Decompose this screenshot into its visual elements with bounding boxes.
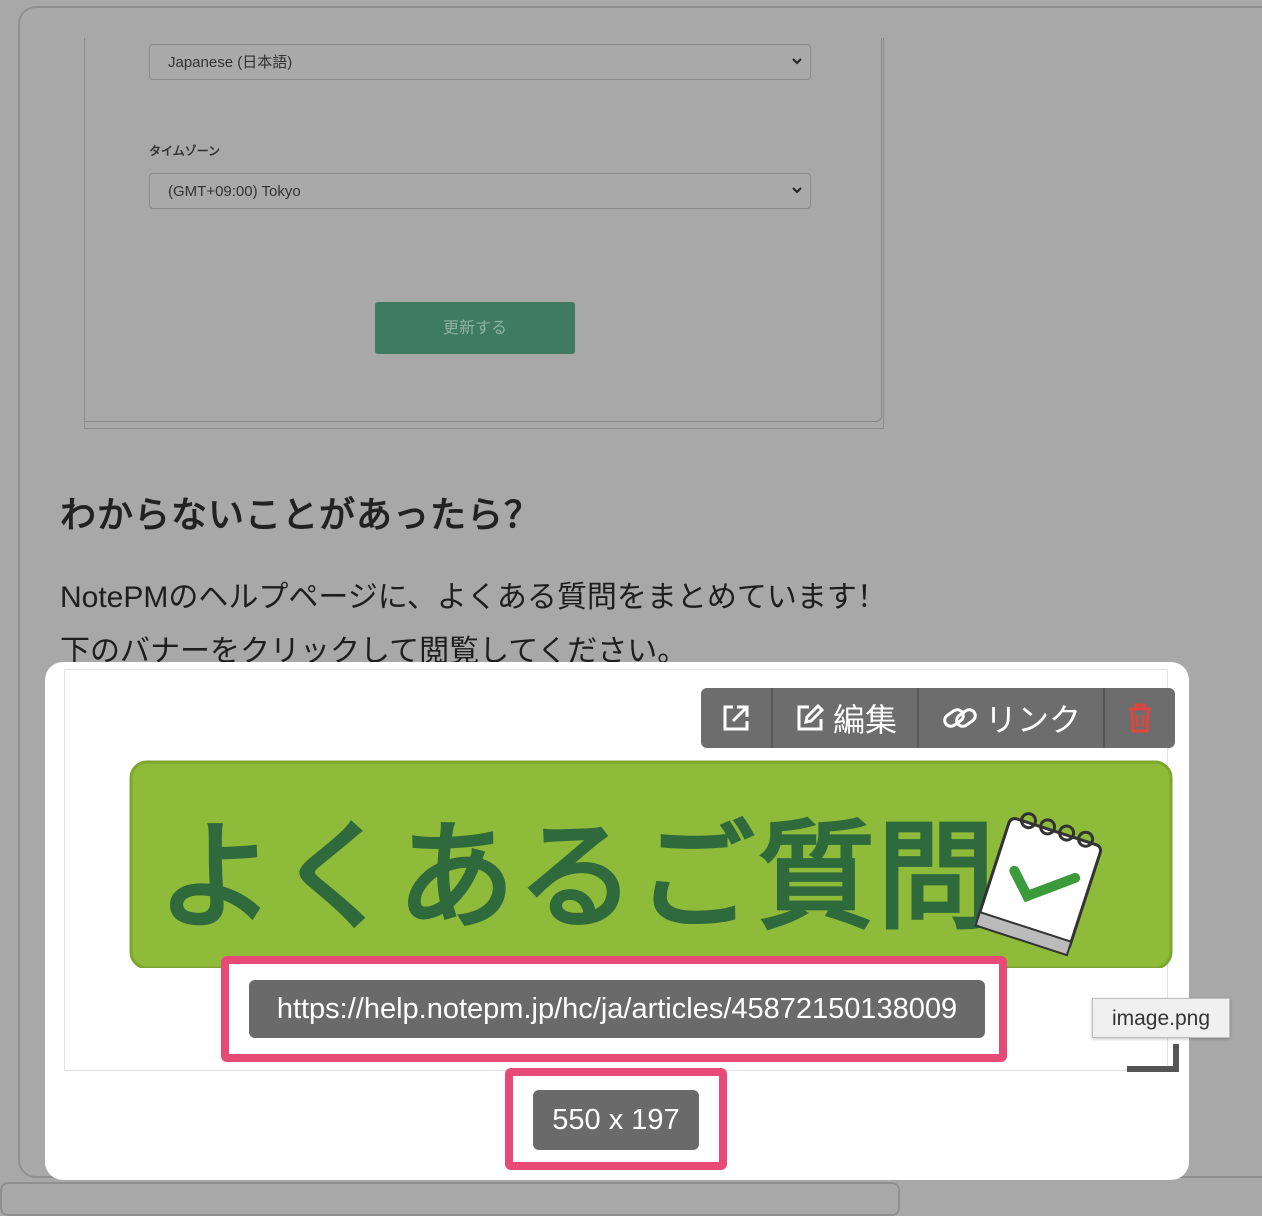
timezone-select[interactable]: (GMT+09:00) Tokyo <box>149 173 811 209</box>
chevron-down-icon <box>792 187 802 194</box>
edit-icon <box>797 703 825 731</box>
update-button[interactable]: 更新する <box>375 302 575 354</box>
section-heading: わからないことがあったら？ <box>60 495 542 536</box>
external-link-icon <box>723 705 749 731</box>
image-toolbar: 編集 リンク <box>701 688 1175 748</box>
edit-label: 編集 <box>832 701 897 739</box>
language-select[interactable]: Japanese (日本語) <box>149 44 811 80</box>
edit-image-button[interactable]: 編集 <box>773 688 919 748</box>
chevron-down-icon <box>792 58 802 65</box>
paragraph-line-1: NotePMのヘルプページに、よくある質問をまとめています！ <box>60 581 887 614</box>
embedded-settings-screenshot: Japanese (日本語) タイムゾーン (GMT+09:00) Tokyo … <box>84 38 884 429</box>
filename-tooltip: image.png <box>1092 998 1230 1038</box>
image-link-url[interactable]: https://help.notepm.jp/hc/ja/articles/45… <box>249 980 985 1038</box>
size-highlight-box: 550 x 197 <box>505 1068 727 1170</box>
resize-handle[interactable] <box>1127 1044 1179 1072</box>
faq-banner-image[interactable]: よくあるご質問 <box>127 758 1173 970</box>
link-label: リンク <box>984 701 1081 739</box>
link-image-button[interactable]: リンク <box>919 688 1105 748</box>
timezone-label: タイムゾーン <box>149 144 221 158</box>
language-select-value: Japanese (日本語) <box>168 54 293 71</box>
bottom-input-bar <box>0 1182 900 1216</box>
link-icon <box>943 708 977 728</box>
trash-icon <box>1129 703 1151 733</box>
open-image-button[interactable] <box>701 688 773 748</box>
selected-image-block: 編集 リンク よくあるご質問 https://help.notepm.jp/hc… <box>45 662 1189 1180</box>
timezone-select-value: (GMT+09:00) Tokyo <box>168 183 301 200</box>
delete-image-button[interactable] <box>1105 688 1175 748</box>
image-size-badge: 550 x 197 <box>533 1090 699 1150</box>
banner-title: よくあるご質問 <box>157 808 997 946</box>
url-highlight-box: https://help.notepm.jp/hc/ja/articles/45… <box>221 956 1007 1062</box>
